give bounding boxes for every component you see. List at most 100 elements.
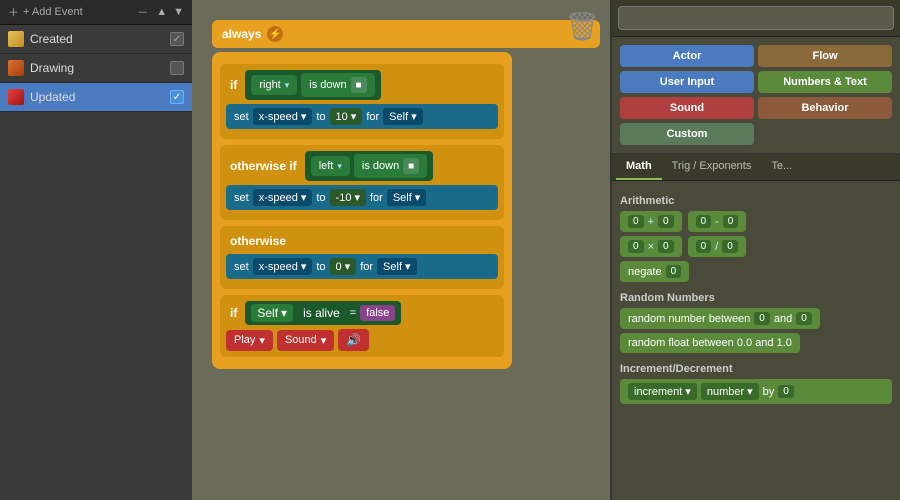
is-alive-block: is alive bbox=[297, 304, 346, 322]
dropdown-arrow3: ▾ bbox=[301, 191, 307, 204]
sidebar-item-label-updated: Updated bbox=[30, 90, 170, 104]
mul-block[interactable]: 0 × 0 bbox=[620, 236, 682, 257]
xspeed-dropdown[interactable]: x-speed ▾ bbox=[253, 108, 313, 125]
xspeed-label-2: x-speed bbox=[259, 192, 298, 204]
tab-trig[interactable]: Trig / Exponents bbox=[662, 154, 762, 180]
add-event-button[interactable]: ＋ + Add Event － ▲ ▼ bbox=[0, 0, 192, 25]
val-0: 0 bbox=[336, 261, 342, 273]
xspeed-dropdown-2[interactable]: x-speed ▾ bbox=[253, 189, 313, 206]
random-label: Random Numbers bbox=[620, 292, 892, 304]
self-alive-dropdown[interactable]: Self ▾ bbox=[251, 304, 293, 322]
inc-field-dropdown[interactable]: number ▾ bbox=[701, 383, 759, 400]
sub-op: - bbox=[715, 216, 719, 228]
condition-right: right ▾ is down ■ bbox=[245, 70, 380, 100]
val-neg10-arrow: ▾ bbox=[354, 191, 360, 204]
dropdown-arrow: ▾ bbox=[285, 80, 290, 91]
cat-actor-button[interactable]: Actor bbox=[620, 45, 754, 67]
add-block[interactable]: 0 + 0 bbox=[620, 211, 682, 232]
arithmetic-row-2: 0 × 0 0 / 0 bbox=[620, 236, 892, 257]
play-block[interactable]: Play ▾ bbox=[226, 330, 273, 351]
add-right: 0 bbox=[658, 215, 674, 228]
cat-flow-button[interactable]: Flow bbox=[758, 45, 892, 67]
val-10-block[interactable]: 10 ▾ bbox=[330, 108, 363, 125]
otherwise-keyword: otherwise bbox=[226, 232, 290, 250]
self-dropdown-3[interactable]: Self ▾ bbox=[377, 258, 417, 275]
sidebar-item-created[interactable]: Created ✓ bbox=[0, 25, 192, 54]
val-0-arrow: ▾ bbox=[345, 260, 351, 273]
tab-text[interactable]: Te... bbox=[761, 154, 802, 180]
self-label-1: Self bbox=[389, 111, 408, 123]
right-panel: Actor Flow User Input Numbers & Text Sou… bbox=[610, 0, 900, 500]
sound-label: Sound bbox=[285, 334, 317, 346]
search-input[interactable] bbox=[618, 6, 894, 30]
div-right: 0 bbox=[722, 240, 738, 253]
arithmetic-row-1: 0 + 0 0 - 0 bbox=[620, 211, 892, 232]
left-dropdown[interactable]: left ▾ bbox=[311, 156, 350, 176]
always-label: always bbox=[222, 27, 261, 41]
dropdown-arrow4: ▾ bbox=[301, 260, 307, 273]
right-dropdown[interactable]: right ▾ bbox=[251, 75, 297, 95]
volume-block[interactable]: 🔊 bbox=[338, 329, 369, 351]
sidebar-item-label-created: Created bbox=[30, 32, 170, 46]
search-bar bbox=[612, 0, 900, 37]
if-keyword-2: if bbox=[226, 304, 241, 322]
inc-field-label: number bbox=[707, 386, 744, 398]
random-float-block[interactable]: random float between 0.0 and 1.0 bbox=[620, 333, 800, 353]
cat-user-input-button[interactable]: User Input bbox=[620, 71, 754, 93]
otherwise-block: otherwise set x-speed ▾ to 0 ▾ for Se bbox=[220, 226, 504, 289]
play-label: Play bbox=[234, 334, 255, 346]
sidebar-item-updated[interactable]: Updated ✓ bbox=[0, 83, 192, 112]
val-neg10-block[interactable]: -10 ▾ bbox=[330, 189, 366, 206]
increment-row[interactable]: increment ▾ number ▾ by 0 bbox=[620, 379, 892, 404]
inc-action-arrow: ▾ bbox=[685, 385, 691, 398]
sound-block[interactable]: Sound ▾ bbox=[277, 330, 334, 351]
sound-arrow: ▾ bbox=[321, 334, 327, 347]
random-int-label: random number between bbox=[628, 313, 750, 325]
xspeed-dropdown-3[interactable]: x-speed ▾ bbox=[253, 258, 313, 275]
created-checkbox[interactable]: ✓ bbox=[170, 32, 184, 46]
inc-action-dropdown[interactable]: increment ▾ bbox=[628, 383, 697, 400]
cat-numbers-button[interactable]: Numbers & Text bbox=[758, 71, 892, 93]
condition-alive: Self ▾ is alive = false bbox=[245, 301, 401, 325]
right-label: right bbox=[259, 79, 280, 91]
div-block[interactable]: 0 / 0 bbox=[688, 236, 746, 257]
random-int-block[interactable]: random number between 0 and 0 bbox=[620, 308, 820, 329]
drawing-checkbox[interactable] bbox=[170, 61, 184, 75]
is-down-label: is down bbox=[309, 79, 346, 91]
false-label: false bbox=[366, 307, 389, 319]
negate-val: 0 bbox=[666, 265, 682, 278]
cat-custom-button[interactable]: Custom bbox=[620, 123, 754, 145]
down-icon[interactable]: ▼ bbox=[173, 6, 184, 18]
toggle-btn[interactable]: ■ bbox=[351, 77, 367, 93]
cat-behavior-button[interactable]: Behavior bbox=[758, 97, 892, 119]
blocks-area: Arithmetic 0 + 0 0 - 0 0 × 0 0 / 0 bbox=[612, 181, 900, 500]
cat-sound-button[interactable]: Sound bbox=[620, 97, 754, 119]
to-keyword-2: to bbox=[316, 192, 325, 204]
val-0-block[interactable]: 0 ▾ bbox=[330, 258, 357, 275]
otherwise-if-keyword: otherwise if bbox=[226, 157, 301, 175]
negate-block[interactable]: negate 0 bbox=[620, 261, 689, 282]
tab-math[interactable]: Math bbox=[616, 154, 662, 180]
minimize-icon[interactable]: － bbox=[137, 4, 148, 20]
drawing-icon bbox=[8, 60, 24, 76]
div-op: / bbox=[715, 241, 718, 253]
updated-checkbox[interactable]: ✓ bbox=[170, 90, 184, 104]
self-dropdown-2[interactable]: Self ▾ bbox=[387, 189, 427, 206]
add-op: + bbox=[648, 216, 654, 228]
left-label: left bbox=[319, 160, 334, 172]
val-neg10: -10 bbox=[336, 192, 352, 204]
toggle-btn-2[interactable]: ■ bbox=[403, 158, 419, 174]
to-keyword: to bbox=[316, 111, 325, 123]
sub-block[interactable]: 0 - 0 bbox=[688, 211, 747, 232]
always-icon: ⚡ bbox=[267, 26, 283, 42]
add-event-label: + Add Event bbox=[23, 6, 83, 18]
self-dropdown-1[interactable]: Self ▾ bbox=[383, 108, 423, 125]
sidebar-item-label-drawing: Drawing bbox=[30, 61, 170, 75]
up-icon[interactable]: ▲ bbox=[156, 6, 167, 18]
sidebar-item-drawing[interactable]: Drawing bbox=[0, 54, 192, 83]
eq-block: = bbox=[350, 307, 356, 319]
play-arrow: ▾ bbox=[259, 334, 265, 347]
sub-right: 0 bbox=[723, 215, 739, 228]
trash-button[interactable]: 🗑 bbox=[564, 10, 600, 52]
self-label-3: Self bbox=[383, 261, 402, 273]
